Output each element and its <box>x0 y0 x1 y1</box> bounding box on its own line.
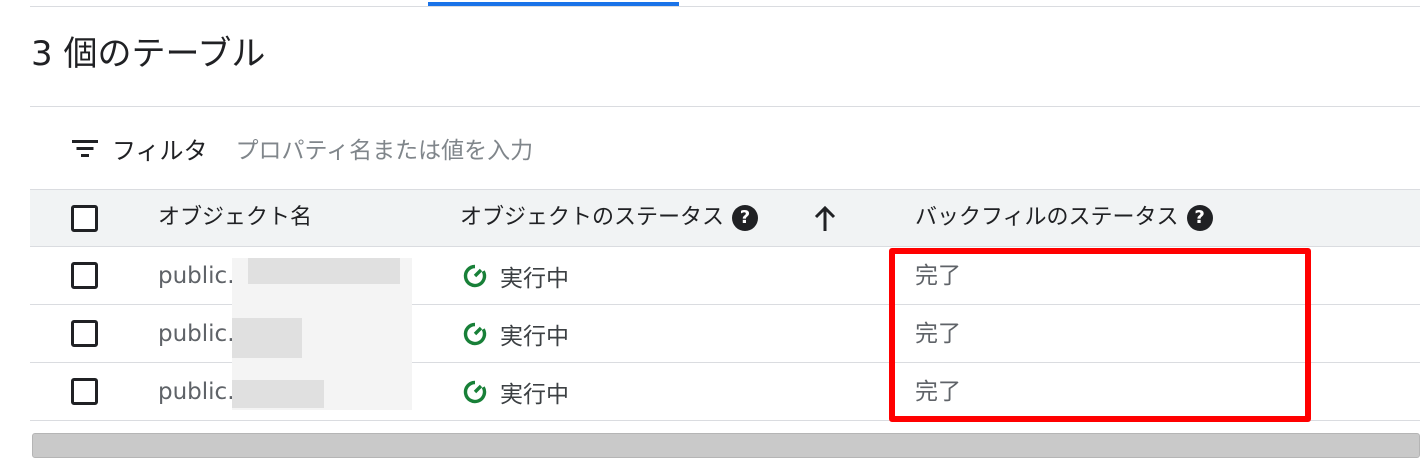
filter-input[interactable]: プロパティ名または値を入力 <box>236 131 534 165</box>
arrow-upward-icon[interactable] <box>813 205 837 233</box>
filter-list-icon[interactable] <box>72 137 98 159</box>
page-title: 3 個のテーブル <box>31 34 266 74</box>
row-checkbox[interactable] <box>71 378 98 405</box>
running-status-icon <box>463 322 487 346</box>
row-checkbox[interactable] <box>71 320 98 347</box>
redaction-blur <box>232 380 324 408</box>
running-status-icon <box>463 380 487 404</box>
column-header-object-name[interactable]: オブジェクト名 <box>158 190 312 246</box>
title-divider <box>30 106 1420 107</box>
help-icon[interactable]: ? <box>732 205 759 231</box>
object-name[interactable]: public. <box>158 363 235 421</box>
object-name[interactable]: public. <box>158 305 235 363</box>
help-icon[interactable]: ? <box>1186 205 1213 231</box>
column-header-backfill-status-label: バックフィルのステータス <box>915 205 1179 230</box>
filter-label: フィルタ <box>112 136 208 165</box>
redaction-blur <box>232 318 302 358</box>
column-header-backfill-status[interactable]: バックフィルのステータス? <box>915 190 1213 246</box>
select-all-checkbox[interactable] <box>71 205 98 232</box>
object-status-label: 実行中 <box>500 382 569 408</box>
tab-bar-divider <box>30 6 1420 7</box>
object-status-label: 実行中 <box>500 324 569 350</box>
object-status-label: 実行中 <box>500 266 569 292</box>
highlight-annotation-box <box>889 248 1311 422</box>
active-tab-indicator <box>428 2 679 6</box>
object-status: 実行中 <box>462 247 569 305</box>
object-status: 実行中 <box>462 305 569 363</box>
filter-bar[interactable]: フィルタ プロパティ名または値を入力 <box>72 128 533 168</box>
redaction-blur <box>248 258 400 284</box>
row-checkbox[interactable] <box>71 262 98 289</box>
object-name[interactable]: public. <box>158 247 235 305</box>
column-header-object-status[interactable]: オブジェクトのステータス? <box>460 190 759 246</box>
column-header-object-status-label: オブジェクトのステータス <box>460 205 725 230</box>
table-header-row: オブジェクト名 オブジェクトのステータス? バックフィルのステータス? <box>30 189 1420 247</box>
running-status-icon <box>463 264 487 288</box>
object-status: 実行中 <box>462 363 569 421</box>
horizontal-scrollbar[interactable] <box>32 433 1420 458</box>
